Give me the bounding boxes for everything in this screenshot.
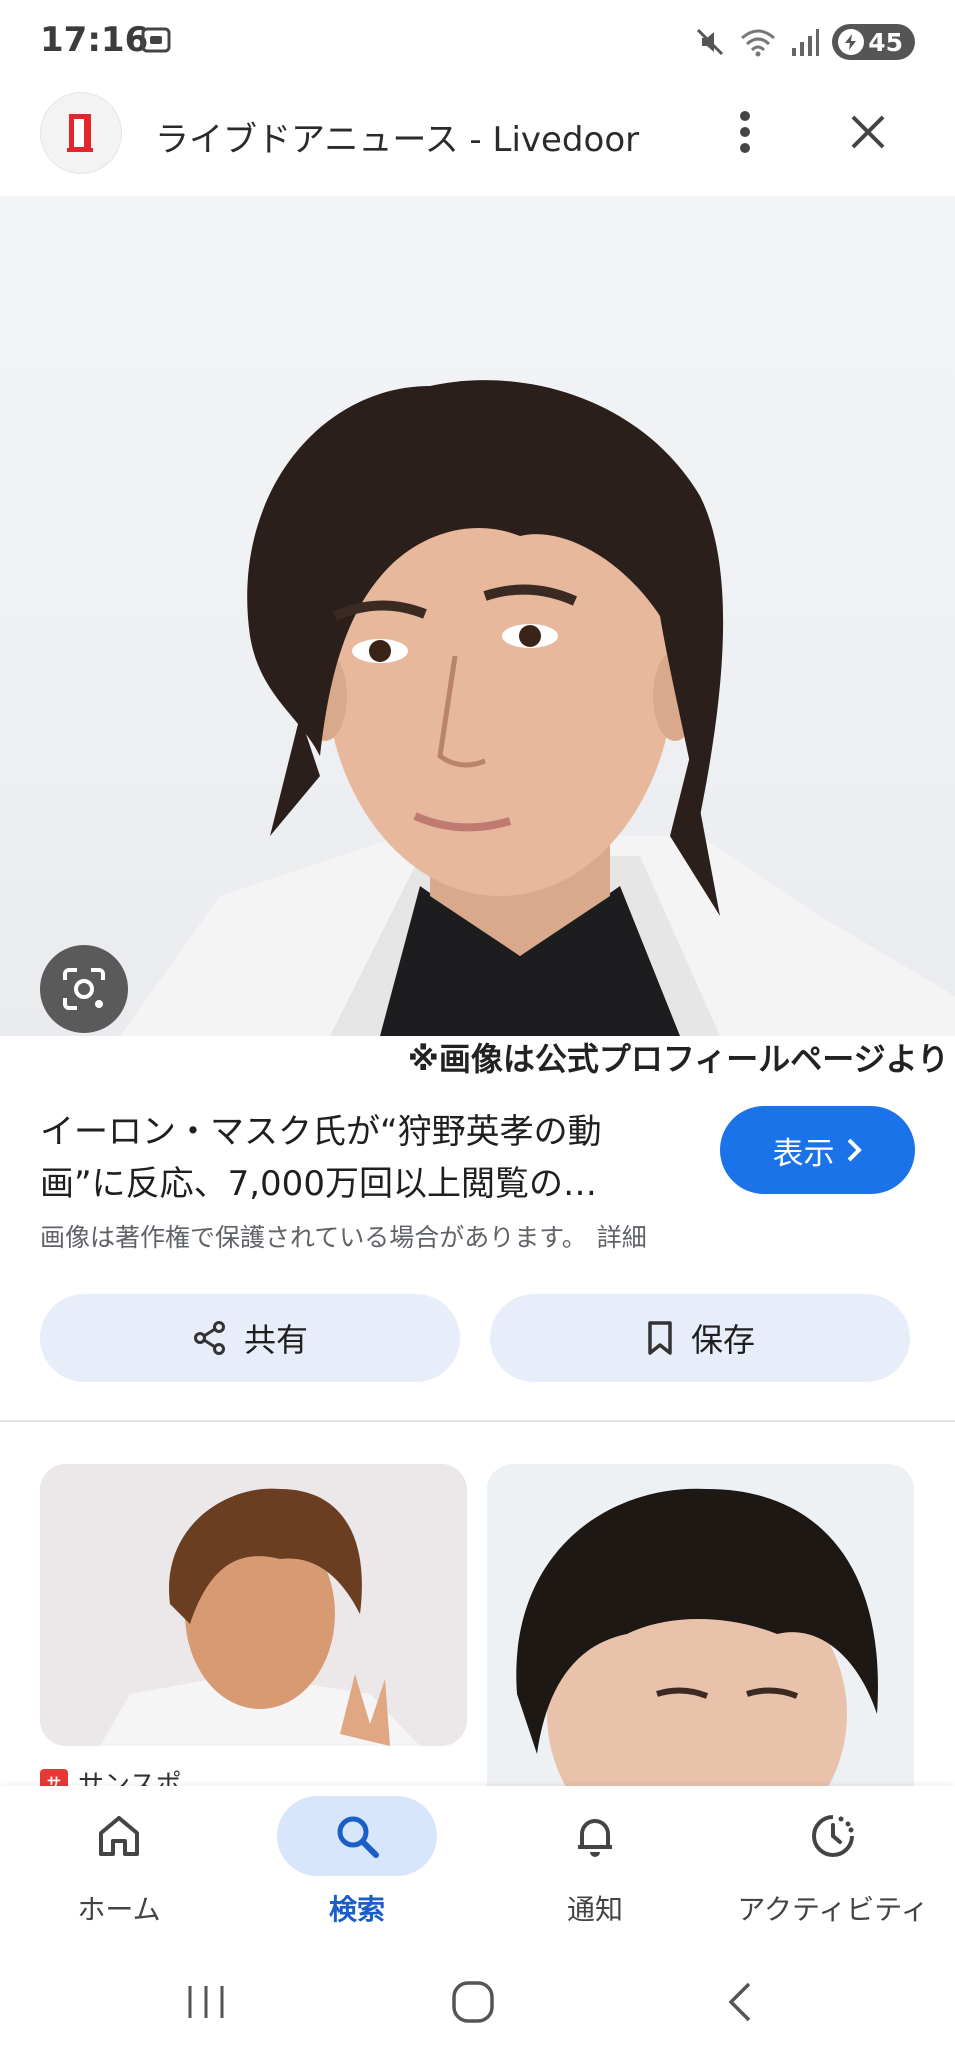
page: 17:16 45 ライブドアニュース - Livedoor ※画像は公式プロフィ… — [0, 0, 955, 2048]
nav-notifications-icon-wrap — [515, 1796, 675, 1876]
related-photo-2 — [487, 1464, 914, 1804]
google-lens-button[interactable] — [40, 945, 128, 1033]
more-options-button[interactable] — [725, 104, 765, 160]
share-button[interactable]: 共有 — [40, 1294, 460, 1382]
close-icon — [851, 115, 885, 149]
bell-icon — [578, 1819, 612, 1857]
signal-icon — [792, 29, 820, 56]
nav-search-icon-wrap — [277, 1796, 437, 1876]
nav-activity-icon-wrap — [753, 1796, 913, 1876]
more-vert-icon — [740, 111, 750, 153]
save-button[interactable]: 保存 — [490, 1294, 910, 1382]
nav-home[interactable]: ホーム — [0, 1796, 238, 1946]
status-time: 17:16 — [40, 20, 149, 60]
nav-activity[interactable]: アクティビティ — [714, 1796, 952, 1946]
view-button-label: 表示 — [772, 1135, 835, 1172]
site-title[interactable]: ライブドアニュース - Livedoor — [155, 112, 639, 161]
chevron-right-icon — [847, 1138, 862, 1162]
activity-icon — [812, 1815, 854, 1857]
bottom-navigation: ホーム 検索 通知 アクティビティ — [0, 1786, 955, 1956]
google-lens-icon — [63, 968, 105, 1010]
search-icon — [337, 1816, 379, 1858]
details-link[interactable]: 詳細 — [597, 1223, 647, 1252]
home-system-button[interactable] — [433, 1974, 513, 2030]
bookmark-icon — [648, 1321, 672, 1355]
related-photo-1 — [40, 1464, 467, 1746]
save-label: 保存 — [690, 1321, 755, 1359]
nav-search-label: 検索 — [328, 1893, 385, 1926]
back-button[interactable] — [700, 1974, 780, 2030]
nav-home-icon-wrap — [39, 1796, 199, 1876]
nav-search[interactable]: 検索 — [238, 1796, 476, 1946]
preview-image[interactable] — [0, 196, 955, 1036]
share-icon — [193, 1321, 225, 1355]
status-bar: 17:16 45 — [0, 0, 955, 84]
charging-icon — [838, 29, 865, 55]
system-navigation — [0, 1956, 955, 2048]
home-icon — [99, 1816, 139, 1856]
nav-notifications[interactable]: 通知 — [476, 1796, 714, 1946]
nav-activity-label: アクティビティ — [737, 1893, 929, 1926]
portrait-illustration — [120, 380, 955, 1036]
status-icons: 45 — [694, 20, 915, 64]
screenshot-icon — [141, 27, 171, 53]
source-header: ライブドアニュース - Livedoor — [0, 88, 955, 188]
share-label: 共有 — [243, 1321, 308, 1359]
divider — [0, 1420, 955, 1422]
recent-apps-icon — [188, 1986, 224, 2018]
nav-notifications-label: 通知 — [566, 1893, 623, 1926]
home-circle-icon — [452, 1981, 494, 2023]
mute-icon — [697, 28, 724, 56]
result-title[interactable]: イーロン・マスク氏が“狩野英孝の動画”に反応、7,000万回以上閲覧の… — [40, 1106, 680, 1210]
copyright-text: 画像は著作権で保護されている場合があります。 — [40, 1223, 587, 1252]
livedoor-logo-icon[interactable] — [40, 92, 122, 174]
related-image-2[interactable] — [487, 1464, 914, 1804]
wifi-icon — [741, 29, 776, 57]
copyright-notice: 画像は著作権で保護されている場合があります。 詳細 — [40, 1218, 647, 1254]
related-image-1[interactable] — [40, 1464, 467, 1746]
battery-level: 45 — [868, 27, 903, 57]
recent-apps-button[interactable] — [166, 1974, 246, 2030]
battery-icon: 45 — [832, 24, 915, 60]
nav-home-label: ホーム — [77, 1893, 161, 1926]
image-caption: ※画像は公式プロフィールページより — [407, 1040, 949, 1078]
close-button[interactable] — [840, 104, 896, 160]
back-icon — [728, 1982, 751, 2022]
view-button[interactable]: 表示 — [720, 1106, 915, 1194]
